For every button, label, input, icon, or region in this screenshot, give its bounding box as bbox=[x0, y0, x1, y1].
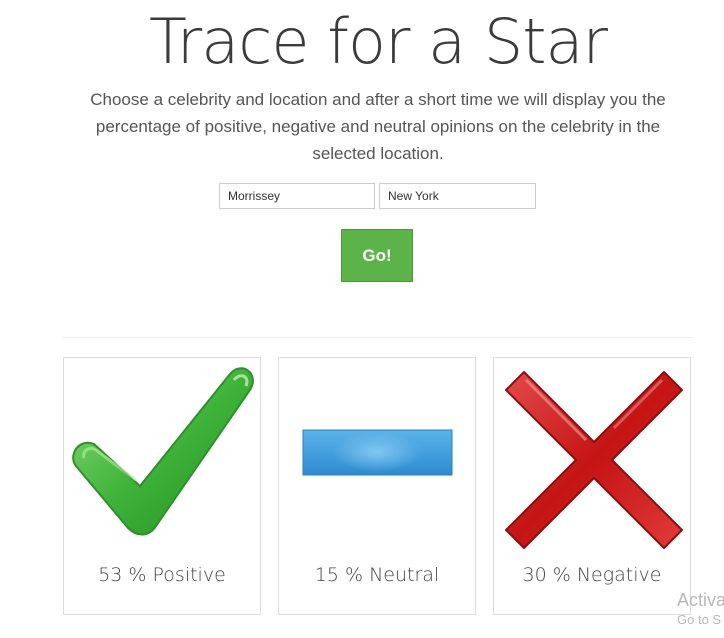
positive-result-card: 53 % Positive bbox=[63, 357, 261, 615]
watermark-line2: Go to S bbox=[677, 612, 722, 627]
divider bbox=[63, 337, 693, 338]
page: Trace for a Star Choose a celebrity and … bbox=[0, 0, 724, 638]
positive-label: 53 % Positive bbox=[98, 564, 226, 586]
negative-result-card: 30 % Negative bbox=[493, 357, 691, 615]
cross-icon bbox=[505, 371, 683, 549]
neutral-result-card: 15 % Neutral bbox=[278, 357, 476, 615]
checkmark-icon bbox=[72, 367, 254, 536]
page-description: Choose a celebrity and location and afte… bbox=[90, 90, 666, 163]
neutral-label: 15 % Neutral bbox=[314, 564, 440, 586]
watermark-line1: Activa bbox=[677, 590, 724, 610]
celebrity-input[interactable]: Morrissey bbox=[219, 183, 375, 209]
minus-icon bbox=[302, 429, 453, 476]
location-input[interactable]: New York bbox=[379, 183, 536, 209]
activation-watermark: Activa Go to S bbox=[677, 589, 724, 629]
page-title: Trace for a Star bbox=[149, 5, 608, 78]
negative-label: 30 % Negative bbox=[522, 564, 662, 586]
go-button[interactable]: Go! bbox=[341, 229, 413, 282]
